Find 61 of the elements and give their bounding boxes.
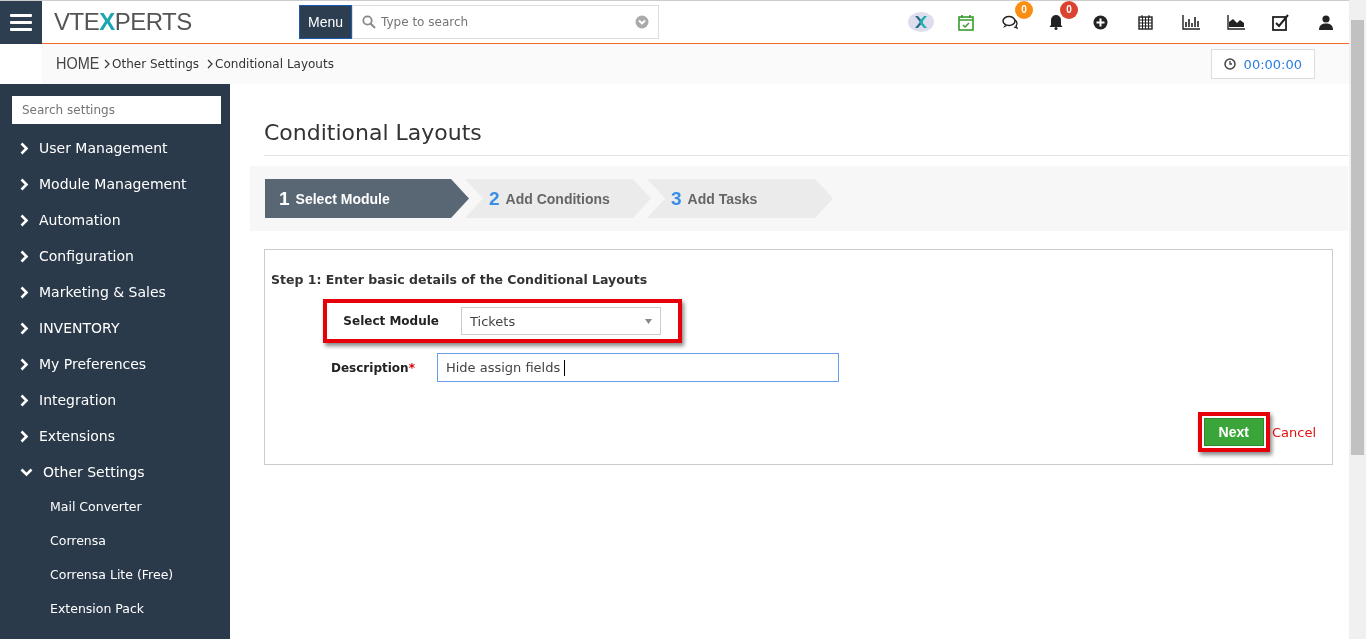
sidebar-item[interactable]: Extensions bbox=[0, 418, 230, 454]
sidebar-item[interactable]: Other Settings bbox=[0, 454, 230, 490]
count-badge: 0 bbox=[1015, 1, 1033, 19]
caret-icon bbox=[645, 318, 652, 324]
timer-text: 00:00:00 bbox=[1243, 56, 1302, 72]
step-tab[interactable]: 1 Select Module bbox=[265, 179, 469, 218]
chevron-right-icon bbox=[20, 177, 29, 191]
chevron-right-icon bbox=[20, 321, 29, 335]
sidebar-subitem[interactable]: Extension Pack bbox=[0, 592, 230, 626]
timer-button[interactable]: 00:00:00 bbox=[1210, 49, 1315, 79]
input-field[interactable]: Hide assign fields bbox=[436, 353, 839, 382]
sidebar-item[interactable]: Module Management bbox=[0, 166, 230, 202]
step-tab[interactable]: 3 Add Tasks bbox=[647, 179, 833, 218]
field-label: Select Module bbox=[342, 314, 440, 328]
chevron-down-icon bbox=[20, 467, 33, 477]
checkbox-icon[interactable] bbox=[1271, 13, 1290, 31]
menu-icon[interactable] bbox=[0, 0, 42, 44]
add-icon[interactable] bbox=[1093, 14, 1108, 30]
chevron-icon bbox=[104, 59, 110, 69]
x-logo-icon[interactable] bbox=[907, 12, 934, 32]
sidebar-item[interactable]: Automation bbox=[0, 202, 230, 238]
step-tab[interactable]: 2 Add Conditions bbox=[465, 179, 651, 218]
sidebar-item[interactable]: My Preferences bbox=[0, 346, 230, 382]
logo: VTEXPERTS bbox=[54, 8, 193, 36]
form-heading: Step 1: Enter basic details of the Conditional Layouts bbox=[271, 272, 649, 287]
sidebar-item[interactable]: Integration bbox=[0, 382, 230, 418]
bar-chart-icon[interactable] bbox=[1181, 14, 1200, 30]
chevron-right-icon bbox=[20, 393, 29, 407]
chevron-icon bbox=[207, 59, 214, 69]
search-field[interactable]: Search settings bbox=[12, 96, 221, 124]
chevron-right-icon bbox=[20, 213, 29, 227]
count-badge: 0 bbox=[1060, 1, 1078, 19]
sidebar-subitem[interactable]: Mail Converter bbox=[0, 490, 230, 524]
field-label: Description* bbox=[331, 360, 416, 375]
sidebar-subitem[interactable]: Corrensa bbox=[0, 524, 230, 558]
module-select[interactable]: Tickets bbox=[461, 307, 661, 335]
area-chart-icon[interactable] bbox=[1226, 14, 1245, 30]
clock-icon bbox=[1223, 58, 1236, 70]
chevron-right-icon bbox=[20, 249, 29, 263]
chevron-right-icon bbox=[20, 141, 29, 155]
page-title: Conditional Layouts bbox=[264, 120, 1348, 156]
home-link[interactable]: HOME bbox=[56, 54, 100, 74]
sidebar-subitem[interactable]: Corrensa Lite (Free) bbox=[0, 558, 230, 592]
cancel-link[interactable]: Cancel bbox=[1271, 424, 1316, 440]
chevron-right-icon bbox=[20, 429, 29, 443]
sidebar-item[interactable]: User Management bbox=[0, 130, 230, 166]
user-icon[interactable] bbox=[1318, 14, 1333, 30]
calendar-icon[interactable] bbox=[1138, 14, 1153, 30]
chevron-right-icon bbox=[20, 357, 29, 371]
sidebar-item[interactable]: INVENTORY bbox=[0, 310, 230, 346]
scrollbar[interactable] bbox=[1349, 0, 1366, 639]
bell-icon[interactable] bbox=[1048, 14, 1063, 30]
chat-icon[interactable] bbox=[1002, 15, 1019, 29]
calendar-check-icon[interactable] bbox=[957, 13, 974, 31]
sidebar-item[interactable]: Marketing & Sales bbox=[0, 274, 230, 310]
menu-button[interactable]: Menu bbox=[299, 5, 353, 39]
chevron-right-icon bbox=[20, 285, 29, 299]
sidebar-item[interactable]: Configuration bbox=[0, 238, 230, 274]
breadcrumb-item[interactable]: Other Settings bbox=[112, 57, 200, 71]
search-field[interactable]: Type to search bbox=[352, 5, 660, 39]
breadcrumb-item[interactable]: Conditional Layouts bbox=[215, 57, 334, 71]
